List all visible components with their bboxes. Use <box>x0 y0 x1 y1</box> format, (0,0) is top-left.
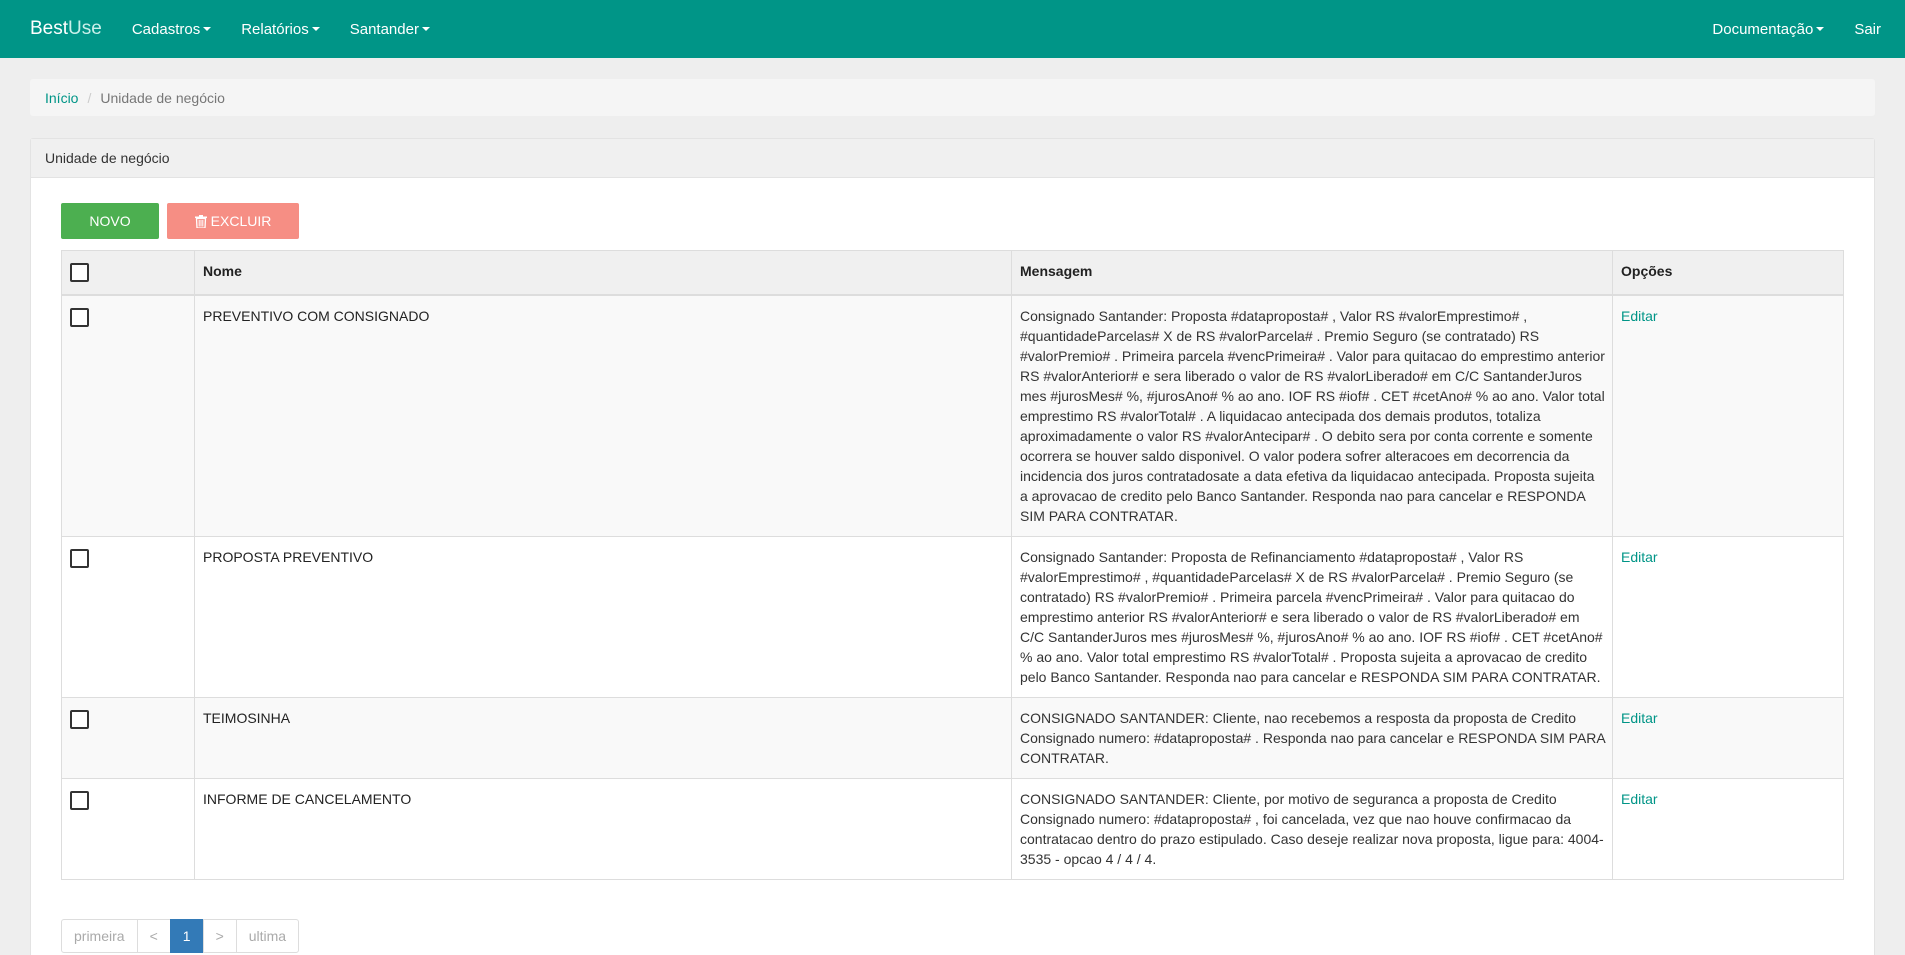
brand-part2: Use <box>68 18 102 39</box>
data-table: Nome Mensagem Opções PREVENTIVO COM CONS… <box>61 250 1844 880</box>
new-button[interactable]: NOVO <box>61 203 159 239</box>
toolbar: NOVO EXCLUIR <box>61 203 1844 239</box>
edit-link[interactable]: Editar <box>1621 791 1658 807</box>
panel-body: NOVO EXCLUIR Nome Mensagem Opções PREVEN… <box>31 178 1874 953</box>
row-nome: PROPOSTA PREVENTIVO <box>194 536 1012 698</box>
breadcrumb: Início / Unidade de negócio <box>30 79 1875 116</box>
row-checkbox[interactable] <box>70 791 89 810</box>
edit-link[interactable]: Editar <box>1621 308 1658 324</box>
row-options-cell: Editar <box>1612 294 1844 537</box>
logout-label: Sair <box>1854 20 1881 38</box>
select-all-checkbox[interactable] <box>70 263 89 282</box>
row-checkbox[interactable] <box>70 308 89 327</box>
row-nome: PREVENTIVO COM CONSIGNADO <box>194 294 1012 537</box>
caret-down-icon <box>203 27 212 31</box>
top-navbar: BestUse Cadastros Relatórios Santander D… <box>0 0 1905 58</box>
breadcrumb-separator: / <box>87 89 92 106</box>
page-current[interactable]: 1 <box>169 919 204 953</box>
navbar-left: BestUse Cadastros Relatórios Santander <box>30 18 460 40</box>
row-options-cell: Editar <box>1612 778 1844 880</box>
main-panel: Unidade de negócio NOVO EXCLUIR Nome Men… <box>30 138 1875 955</box>
logout-link[interactable]: Sair <box>1854 21 1881 38</box>
new-button-label: NOVO <box>89 213 131 229</box>
row-nome: INFORME DE CANCELAMENTO <box>194 778 1012 880</box>
panel-title: Unidade de negócio <box>31 139 1874 178</box>
menu-documentacao[interactable]: Documentação <box>1712 20 1825 38</box>
caret-down-icon <box>421 27 430 31</box>
menu-santander-label: Santander <box>349 20 419 38</box>
edit-link[interactable]: Editar <box>1621 549 1658 565</box>
menu-cadastros[interactable]: Cadastros <box>131 20 212 38</box>
row-options-cell: Editar <box>1612 536 1844 698</box>
breadcrumb-home-link[interactable]: Início <box>45 90 78 106</box>
brand-logo[interactable]: BestUse <box>30 18 102 40</box>
header-mensagem: Mensagem <box>1011 250 1613 296</box>
page-last[interactable]: ultima <box>235 919 300 953</box>
table-row: INFORME DE CANCELAMENTO CONSIGNADO SANTA… <box>61 778 1844 880</box>
table-row: TEIMOSINHA CONSIGNADO SANTANDER: Cliente… <box>61 697 1844 779</box>
menu-relatorios[interactable]: Relatórios <box>241 21 320 38</box>
row-checkbox[interactable] <box>70 549 89 568</box>
menu-cadastros-label: Cadastros <box>131 20 201 38</box>
caret-down-icon <box>1816 27 1825 31</box>
pagination: primeira < 1 > ultima <box>61 919 1844 953</box>
row-select-cell <box>61 697 195 779</box>
row-checkbox[interactable] <box>70 710 89 729</box>
menu-relatorios-label: Relatórios <box>241 20 309 38</box>
row-options-cell: Editar <box>1612 697 1844 779</box>
table-row: PREVENTIVO COM CONSIGNADO Consignado San… <box>61 294 1844 537</box>
menu-santander[interactable]: Santander <box>350 21 430 38</box>
breadcrumb-current: Unidade de negócio <box>100 89 225 106</box>
row-mensagem: Consignado Santander: Proposta de Refina… <box>1011 536 1613 698</box>
delete-button[interactable]: EXCLUIR <box>167 203 299 239</box>
page-next[interactable]: > <box>202 919 237 953</box>
brand-part1: Best <box>30 18 69 39</box>
row-select-cell <box>61 536 195 698</box>
table-header-row: Nome Mensagem Opções <box>61 250 1844 296</box>
row-select-cell <box>61 294 195 537</box>
header-nome: Nome <box>194 250 1012 296</box>
edit-link[interactable]: Editar <box>1621 710 1658 726</box>
row-mensagem: CONSIGNADO SANTANDER: Cliente, por motiv… <box>1011 778 1613 880</box>
row-select-cell <box>61 778 195 880</box>
header-opcoes: Opções <box>1612 250 1844 296</box>
navbar-right: Documentação Sair <box>1682 21 1881 38</box>
caret-down-icon <box>311 27 320 31</box>
header-select-all <box>61 250 195 296</box>
page-prev[interactable]: < <box>136 919 171 953</box>
table-row: PROPOSTA PREVENTIVO Consignado Santander… <box>61 536 1844 698</box>
delete-button-label: EXCLUIR <box>210 213 272 229</box>
row-mensagem: CONSIGNADO SANTANDER: Cliente, nao receb… <box>1011 697 1613 779</box>
row-mensagem: Consignado Santander: Proposta #dataprop… <box>1011 294 1613 537</box>
row-nome: TEIMOSINHA <box>194 697 1012 779</box>
page-first[interactable]: primeira <box>61 919 138 953</box>
trash-icon <box>194 214 207 228</box>
menu-documentacao-label: Documentação <box>1712 20 1814 38</box>
